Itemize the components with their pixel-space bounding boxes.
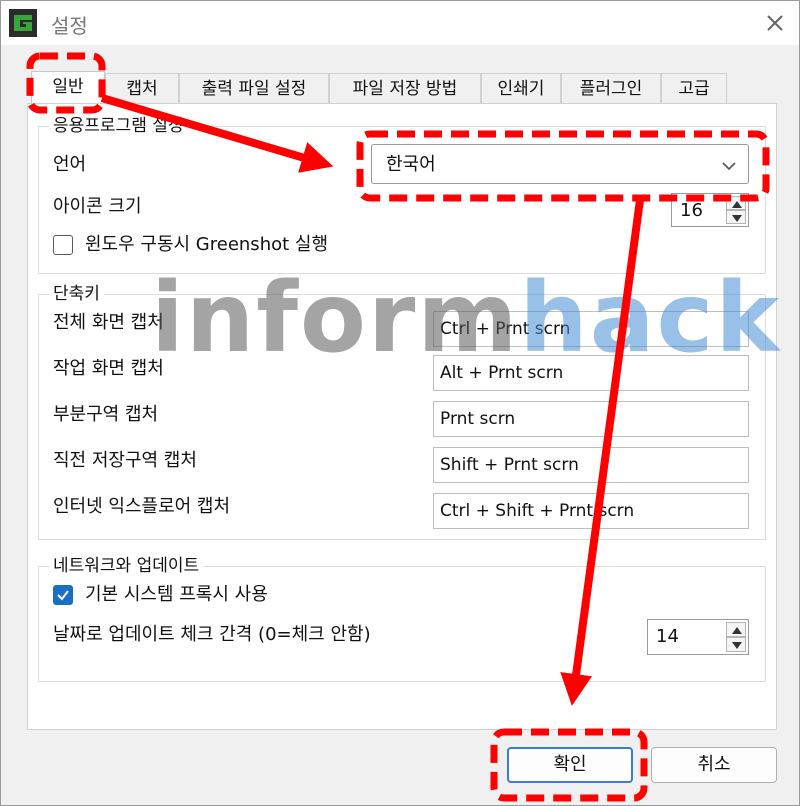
chevron-down-icon (722, 162, 736, 171)
close-icon[interactable] (761, 9, 789, 37)
window-title: 설정 (51, 14, 88, 38)
icon-size-spinner[interactable]: 16 (671, 193, 749, 227)
language-select[interactable]: 한국어 (371, 144, 749, 184)
tab-plugins[interactable]: 플러그인 (561, 73, 661, 103)
update-interval-value: 14 (656, 626, 679, 647)
autostart-checkbox[interactable] (53, 235, 73, 255)
tab-save-method[interactable]: 파일 저장 방법 (329, 73, 481, 103)
settings-dialog: 설정 일반 캡처 출력 파일 설정 파일 저장 방법 인쇄기 플러그인 고급 응… (0, 0, 800, 806)
proxy-checkbox[interactable] (53, 585, 73, 605)
tab-printer[interactable]: 인쇄기 (481, 73, 561, 103)
language-value: 한국어 (386, 154, 436, 175)
app-settings-legend: 응용프로그램 설정 (49, 115, 188, 137)
hotkey-field-region[interactable]: Prnt scrn (433, 401, 749, 437)
cancel-button[interactable]: 취소 (651, 747, 777, 783)
network-legend: 네트워크와 업데이트 (49, 555, 204, 577)
title-bar: 설정 (1, 1, 799, 45)
language-label: 언어 (53, 154, 87, 175)
hotkey-label-last-region: 직전 저장구역 캡처 (53, 450, 197, 471)
hotkey-field-fullscreen[interactable]: Ctrl + Prnt scrn (433, 311, 749, 347)
hotkey-label-window: 작업 화면 캡처 (53, 358, 164, 379)
tab-advanced[interactable]: 고급 (661, 73, 727, 103)
hotkey-label-fullscreen: 전체 화면 캡처 (53, 312, 164, 333)
tab-capture[interactable]: 캡처 (105, 73, 179, 103)
tab-output-settings[interactable]: 출력 파일 설정 (179, 73, 329, 103)
hotkey-label-ie: 인터넷 익스플로어 캡처 (53, 496, 231, 517)
proxy-label: 기본 시스템 프록시 사용 (85, 584, 268, 605)
icon-size-spin-buttons (726, 196, 746, 224)
ok-button[interactable]: 확인 (507, 747, 633, 783)
update-interval-spinner[interactable]: 14 (647, 619, 749, 655)
triangle-down-icon (732, 215, 742, 222)
hotkeys-legend: 단축키 (49, 283, 104, 305)
autostart-label: 윈도우 구동시 Greenshot 실행 (85, 234, 329, 255)
hotkey-label-region: 부분구역 캡처 (53, 404, 159, 425)
triangle-down-icon (732, 642, 742, 649)
update-interval-label: 날짜로 업데이트 체크 간격 (0=체크 안함) (53, 624, 371, 645)
hotkey-field-ie[interactable]: Ctrl + Shift + Prnt scrn (433, 493, 749, 529)
greenshot-app-icon (9, 9, 37, 37)
tab-general[interactable]: 일반 (31, 71, 105, 105)
spin-up-button[interactable] (726, 196, 746, 210)
spin-up-button[interactable] (726, 622, 746, 637)
hotkey-field-last-region[interactable]: Shift + Prnt scrn (433, 447, 749, 483)
spin-down-button[interactable] (726, 637, 746, 652)
hotkey-field-window[interactable]: Alt + Prnt scrn (433, 355, 749, 391)
icon-size-value: 16 (680, 200, 703, 221)
update-spin-buttons (726, 622, 746, 652)
spin-down-button[interactable] (726, 210, 746, 224)
triangle-up-icon (732, 201, 742, 208)
checkmark-icon (57, 590, 69, 601)
icon-size-label: 아이콘 크기 (53, 196, 142, 217)
triangle-up-icon (732, 627, 742, 634)
